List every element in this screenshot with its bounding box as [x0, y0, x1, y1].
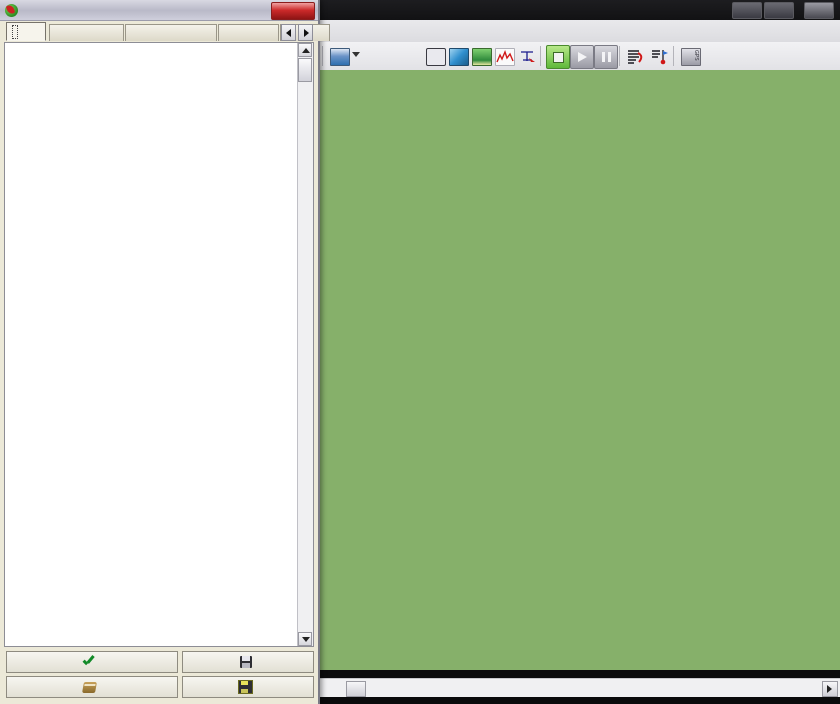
map-layers-glyph: [330, 48, 350, 66]
tab-colors-icons[interactable]: [49, 24, 124, 41]
tab-scroll-right-button[interactable]: [298, 24, 313, 41]
magnifier-glyph: [426, 48, 446, 66]
pause-bars-glyph: [601, 52, 611, 62]
dialog-button-bar: [4, 650, 314, 700]
dialog-close-button[interactable]: [271, 2, 315, 20]
wind-vector-glyph: [519, 49, 537, 65]
gps-track-overlay: [320, 70, 840, 670]
barograph-glyph: [495, 48, 515, 66]
scrollbar-down-arrow[interactable]: [298, 632, 312, 646]
globe-glyph: [449, 48, 469, 66]
dialog-title: [22, 3, 272, 18]
flight-list-glyph: [627, 49, 645, 65]
save-flight-logbook-button[interactable]: [6, 676, 178, 698]
flight-list-icon[interactable]: [624, 45, 648, 69]
barograph-chart-icon[interactable]: [493, 45, 517, 69]
dialog-titlebar: [0, 0, 318, 21]
play-triangle-glyph: [577, 52, 587, 62]
map-view[interactable]: [320, 70, 840, 670]
grid-scrollbar-thumb[interactable]: [298, 58, 312, 82]
tab-points-list[interactable]: [218, 24, 279, 41]
wind-vector-svg: [521, 51, 535, 62]
pause-button-icon[interactable]: [594, 45, 618, 69]
flight-list-svg: [628, 50, 643, 64]
scrollbar-thumb[interactable]: [346, 681, 366, 697]
window-maximize-button[interactable]: [764, 2, 794, 19]
flag-marker-icon[interactable]: [648, 45, 672, 69]
close-button[interactable]: [6, 651, 178, 673]
globe-map-icon[interactable]: [447, 45, 471, 69]
grid-vertical-scrollbar[interactable]: [297, 43, 313, 646]
gps-device-glyph: GPS: [681, 48, 701, 66]
stop-button-icon[interactable]: [546, 45, 570, 69]
barograph-svg: [496, 50, 514, 63]
scrollbar-up-arrow[interactable]: [298, 43, 312, 57]
floppy-disk-icon: [239, 656, 252, 668]
map-horizontal-scrollbar[interactable]: [320, 678, 840, 697]
save-as-icon: [238, 680, 253, 694]
terrain-3d-icon[interactable]: [470, 45, 494, 69]
save-flight-as-button[interactable]: [182, 676, 314, 698]
window-close-button[interactable]: [804, 2, 834, 19]
flight-properties-dialog: [0, 0, 330, 704]
map-layers-icon[interactable]: [328, 45, 352, 69]
tab-scroll-left-button[interactable]: [281, 24, 296, 41]
tab-data[interactable]: [6, 22, 46, 41]
window-minimize-button[interactable]: [732, 2, 762, 19]
dialog-tabstrip: [4, 22, 330, 42]
gps-device-icon[interactable]: GPS: [679, 45, 703, 69]
tab-data-label: [12, 25, 18, 39]
play-button-icon[interactable]: [570, 45, 594, 69]
tab-flight-comments[interactable]: [125, 24, 217, 41]
flight-properties-grid[interactable]: [4, 42, 314, 647]
magnifier-icon[interactable]: [424, 45, 448, 69]
flag-marker-glyph: [651, 49, 669, 65]
checkmark-icon: [83, 657, 96, 668]
terrain-glyph: [472, 48, 492, 66]
flag-marker-svg: [652, 50, 668, 65]
logbook-icon: [82, 681, 97, 693]
scrollbar-right-arrow[interactable]: [822, 681, 838, 697]
stop-square-glyph: [552, 51, 564, 63]
save-flight-button[interactable]: [182, 651, 314, 673]
flight-properties-icon: [5, 4, 18, 17]
wind-vector-icon[interactable]: [516, 45, 540, 69]
chevron-down-icon[interactable]: [352, 52, 360, 57]
